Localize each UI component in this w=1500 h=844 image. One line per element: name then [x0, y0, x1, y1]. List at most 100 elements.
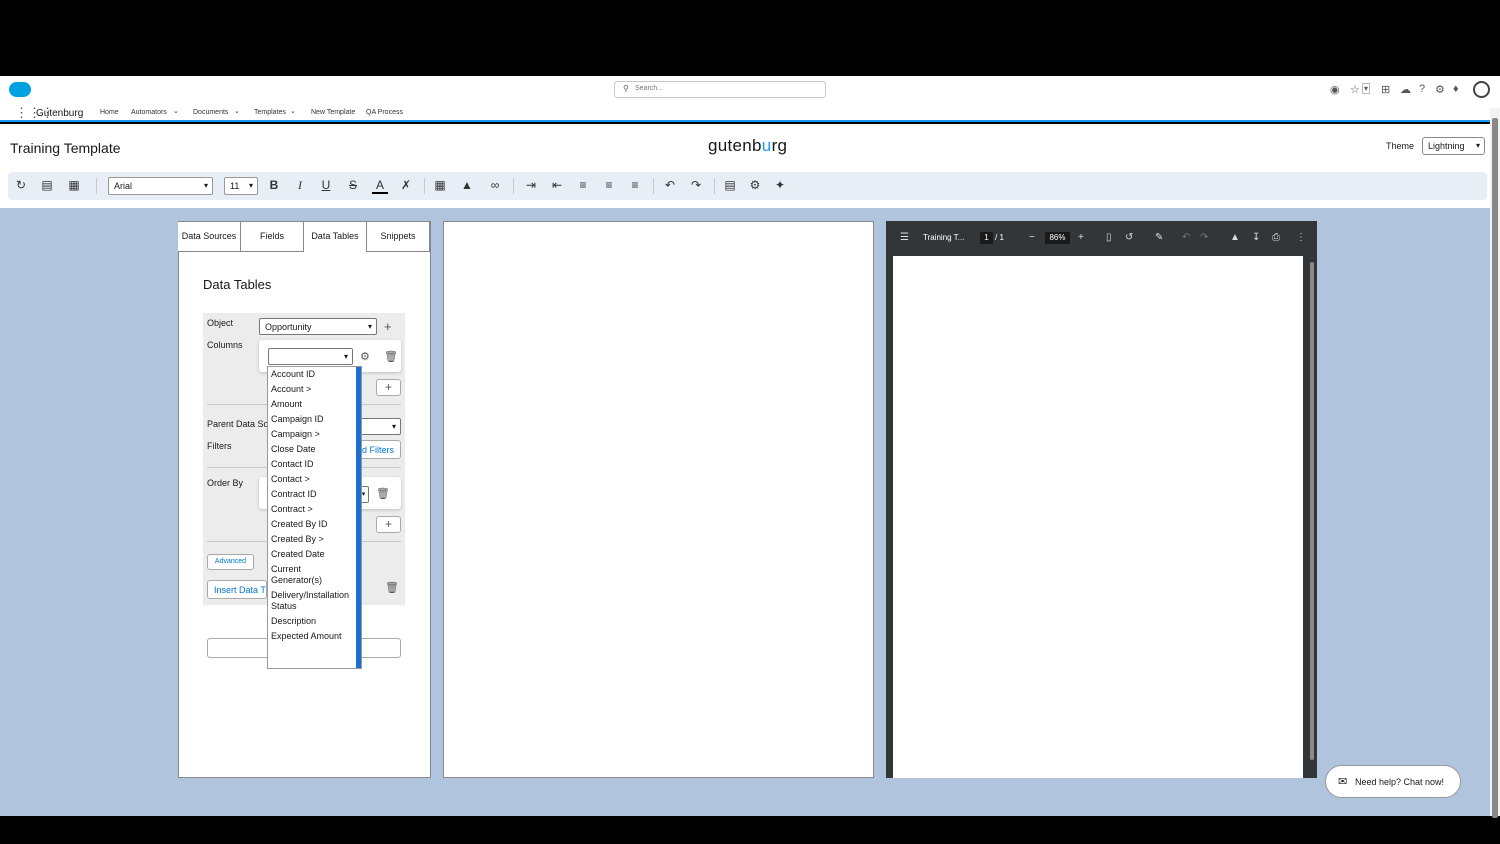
- clear-format-icon[interactable]: ✗: [398, 178, 414, 192]
- pdf-redo-icon[interactable]: ↷: [1200, 232, 1208, 243]
- global-actions-icon[interactable]: ⊞: [1381, 83, 1390, 96]
- delete-order-trash-icon[interactable]: 🗑: [376, 487, 390, 500]
- dropdown-option[interactable]: Current Generator(s): [268, 562, 356, 588]
- strikethrough-icon[interactable]: S: [345, 178, 361, 192]
- delete-column-trash-icon[interactable]: 🗑: [384, 350, 398, 363]
- zoom-out-icon[interactable]: −: [1029, 232, 1035, 243]
- zoom-in-icon[interactable]: +: [1078, 232, 1084, 243]
- trailhead-icon[interactable]: ☁: [1400, 83, 1411, 96]
- nav-item-home[interactable]: Home: [100, 109, 119, 116]
- annotate-icon[interactable]: ✎: [1155, 232, 1163, 243]
- align-center-icon[interactable]: ≡: [601, 178, 617, 192]
- dropdown-option[interactable]: Account >: [268, 382, 356, 397]
- align-justify-icon[interactable]: ≡: [627, 178, 643, 192]
- font-family-select[interactable]: Arial ▾: [108, 177, 213, 195]
- column-settings-gear-icon[interactable]: ⚙: [360, 350, 370, 363]
- tab-data-sources[interactable]: Data Sources: [178, 222, 241, 252]
- add-order-by-button[interactable]: +: [376, 516, 401, 533]
- brand-logo: gutenburg: [708, 136, 788, 155]
- save-icon[interactable]: ▤: [39, 178, 55, 192]
- favorites-star-icon[interactable]: ☆: [1350, 83, 1360, 96]
- tab-snippets[interactable]: Snippets: [367, 222, 430, 252]
- parent-data-source-select[interactable]: ▾: [358, 418, 401, 435]
- more-options-icon[interactable]: ⋮: [1296, 232, 1306, 243]
- magic-wand-icon[interactable]: ✦: [772, 178, 788, 192]
- tab-fields[interactable]: Fields: [241, 222, 304, 252]
- pdf-zoom-input[interactable]: 86%: [1045, 232, 1070, 244]
- global-search-input[interactable]: ⚲ Search...: [614, 81, 826, 98]
- rotate-icon[interactable]: ↺: [1125, 232, 1133, 243]
- bold-icon[interactable]: B: [266, 178, 282, 192]
- favorites-menu-icon[interactable]: ▾: [1362, 83, 1371, 94]
- dropdown-option[interactable]: Created Date: [268, 547, 356, 562]
- dropdown-scrollbar[interactable]: [356, 367, 361, 668]
- dropdown-option[interactable]: Expected Amount: [268, 629, 356, 644]
- refresh-icon[interactable]: ↻: [13, 178, 29, 192]
- user-avatar[interactable]: [1473, 81, 1490, 98]
- font-size-select[interactable]: 11 ▾: [224, 177, 258, 195]
- pdf-page-input[interactable]: 1: [980, 232, 993, 244]
- add-column-button[interactable]: +: [376, 379, 401, 396]
- chevron-down-icon[interactable]: ⌄: [173, 107, 179, 115]
- chevron-down-icon[interactable]: ⌄: [290, 107, 296, 115]
- dropdown-option[interactable]: Created By >: [268, 532, 356, 547]
- dropdown-option[interactable]: Campaign >: [268, 427, 356, 442]
- delete-table-trash-icon[interactable]: 🗑: [385, 581, 399, 594]
- help-icon[interactable]: ?: [1419, 83, 1425, 95]
- dropdown-option[interactable]: Description: [268, 614, 356, 629]
- pdf-scrollbar-thumb[interactable]: [1310, 262, 1314, 760]
- chat-help-button[interactable]: ✉ Need help? Chat now!: [1325, 765, 1461, 798]
- nav-item-templates[interactable]: Templates: [254, 109, 286, 116]
- template-editor[interactable]: [443, 221, 874, 778]
- notifications-bell-icon[interactable]: ♦: [1453, 83, 1459, 95]
- download-icon[interactable]: ↧: [1252, 232, 1260, 243]
- save-annotations-icon[interactable]: ▲: [1230, 232, 1240, 243]
- nav-item-new-template[interactable]: New Template: [311, 109, 355, 116]
- add-object-icon[interactable]: +: [384, 319, 392, 334]
- dropdown-option[interactable]: Amount: [268, 397, 356, 412]
- dropdown-option[interactable]: Campaign ID: [268, 412, 356, 427]
- align-left-icon[interactable]: ≡: [575, 178, 591, 192]
- column-field-select[interactable]: ▾: [268, 348, 353, 365]
- dropdown-option[interactable]: Contact ID: [268, 457, 356, 472]
- insert-data-table-button[interactable]: Insert Data T: [207, 580, 267, 599]
- italic-icon[interactable]: I: [292, 178, 308, 193]
- advanced-button[interactable]: Advanced: [207, 554, 254, 570]
- settings-gear-icon[interactable]: ⚙: [747, 178, 763, 192]
- dropdown-option[interactable]: Created By ID: [268, 517, 356, 532]
- dropdown-option[interactable]: Contact >: [268, 472, 356, 487]
- tab-data-tables[interactable]: Data Tables: [304, 222, 367, 252]
- dropdown-option[interactable]: Delivery/Installation Status: [268, 588, 356, 614]
- link-icon[interactable]: ∞: [487, 178, 503, 192]
- salesforce-logo-icon[interactable]: [9, 82, 31, 97]
- underline-icon[interactable]: U: [318, 178, 334, 192]
- dropdown-option[interactable]: Contract ID: [268, 487, 356, 502]
- nav-item-automators[interactable]: Automators: [131, 109, 167, 116]
- pdf-undo-icon[interactable]: ↶: [1182, 232, 1190, 243]
- fit-page-icon[interactable]: ▯: [1106, 232, 1112, 243]
- page-scrollbar-thumb[interactable]: [1492, 118, 1498, 818]
- font-color-icon[interactable]: A: [372, 178, 388, 194]
- outdent-icon[interactable]: ⇤: [549, 178, 565, 192]
- theme-select[interactable]: Lightning ▾: [1422, 137, 1485, 155]
- undo-icon[interactable]: ↶: [662, 178, 678, 192]
- object-select[interactable]: Opportunity ▾: [259, 318, 377, 335]
- print-icon[interactable]: ⎙: [1272, 232, 1280, 243]
- add-filters-button[interactable]: d Filters: [358, 440, 401, 459]
- notes-icon[interactable]: ▤: [722, 178, 738, 192]
- redo-icon[interactable]: ↷: [688, 178, 704, 192]
- image-icon[interactable]: ▲: [459, 178, 475, 192]
- indent-icon[interactable]: ⇥: [523, 178, 539, 192]
- nav-item-documents[interactable]: Documents: [193, 109, 228, 116]
- column-field-dropdown[interactable]: Account ID Account > Amount Campaign ID …: [267, 366, 362, 669]
- dropdown-option[interactable]: Close Date: [268, 442, 356, 457]
- assistant-icon[interactable]: ◉: [1330, 83, 1340, 96]
- chevron-down-icon[interactable]: ⌄: [234, 107, 240, 115]
- nav-item-qa-process[interactable]: QA Process: [366, 109, 403, 116]
- pdf-menu-icon[interactable]: ☰: [900, 232, 909, 243]
- dropdown-option[interactable]: Contract >: [268, 502, 356, 517]
- dropdown-option[interactable]: Account ID: [268, 367, 356, 382]
- table-icon[interactable]: ▦: [432, 178, 448, 192]
- setup-gear-icon[interactable]: ⚙: [1435, 83, 1445, 96]
- save-as-icon[interactable]: ▦: [66, 178, 82, 192]
